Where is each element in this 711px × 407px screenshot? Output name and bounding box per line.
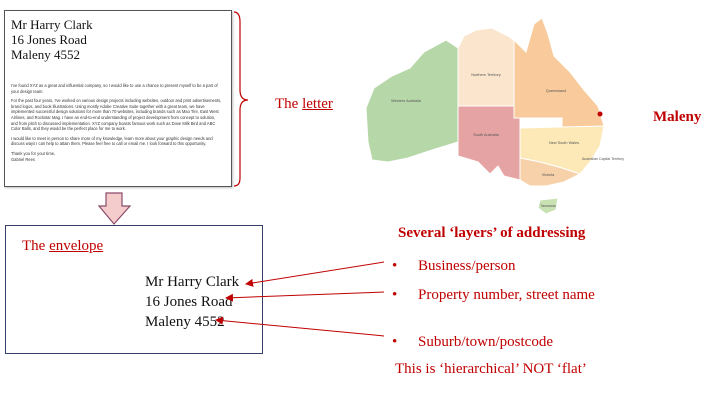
arrow-property-street (225, 291, 385, 302)
bullet-dot: • (392, 287, 398, 303)
bullet-dot: • (392, 258, 398, 274)
arrow-business-person (245, 261, 385, 287)
bullet-text: Property number, street name (418, 287, 595, 303)
bullet-dot: • (392, 334, 398, 350)
bullet-text: Suburb/town/postcode (418, 334, 553, 350)
connector-arrows (215, 261, 385, 337)
arrow-suburb-town (215, 316, 385, 337)
hierarchical-note: This is ‘hierarchical’ NOT ‘flat’ (395, 361, 587, 377)
layers-title: Several ‘layers’ of addressing (398, 225, 586, 241)
bullet-text: Business/person (418, 258, 516, 274)
